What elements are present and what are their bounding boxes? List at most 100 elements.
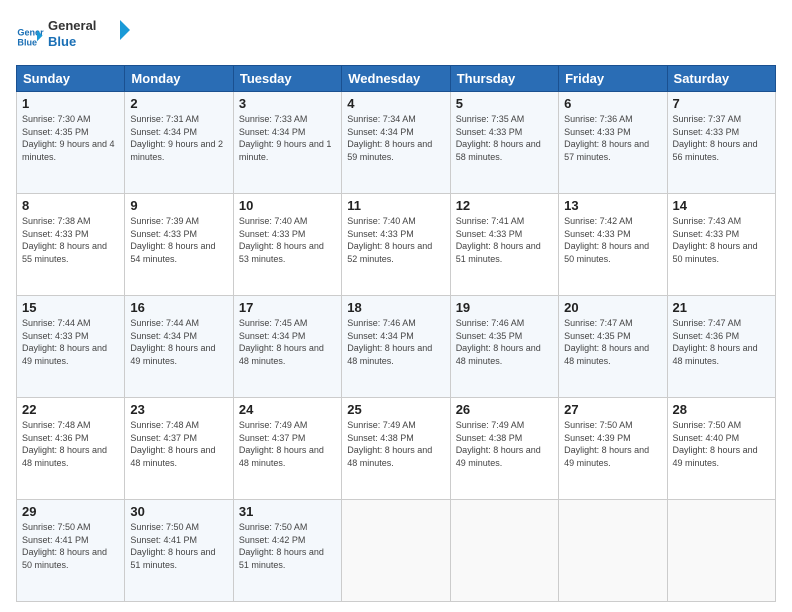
day-number: 16 [130,300,227,315]
day-info: Sunrise: 7:50 AMSunset: 4:39 PMDaylight:… [564,420,649,468]
day-cell-30: 30Sunrise: 7:50 AMSunset: 4:41 PMDayligh… [125,500,233,602]
day-number: 25 [347,402,444,417]
empty-cell [450,500,558,602]
day-info: Sunrise: 7:40 AMSunset: 4:33 PMDaylight:… [239,216,324,264]
day-number: 24 [239,402,336,417]
day-number: 20 [564,300,661,315]
header: General Blue General Blue [16,16,776,57]
day-cell-5: 5 Sunrise: 7:35 AMSunset: 4:33 PMDaylight… [450,92,558,194]
svg-text:General: General [48,18,96,33]
col-header-monday: Monday [125,66,233,92]
logo-text-block: General Blue [48,16,138,57]
day-cell-11: 11 Sunrise: 7:40 AMSunset: 4:33 PMDayligh… [342,194,450,296]
day-info: Sunrise: 7:48 AMSunset: 4:36 PMDaylight:… [22,420,107,468]
day-cell-25: 25 Sunrise: 7:49 AMSunset: 4:38 PMDayligh… [342,398,450,500]
day-number: 21 [673,300,770,315]
day-cell-4: 4 Sunrise: 7:34 AMSunset: 4:34 PMDaylight… [342,92,450,194]
day-info: Sunrise: 7:37 AMSunset: 4:33 PMDaylight:… [673,114,758,162]
day-info: Sunrise: 7:50 AMSunset: 4:41 PMDaylight:… [22,522,107,570]
day-info: Sunrise: 7:34 AMSunset: 4:34 PMDaylight:… [347,114,432,162]
day-cell-7: 7 Sunrise: 7:37 AMSunset: 4:33 PMDaylight… [667,92,775,194]
day-info: Sunrise: 7:35 AMSunset: 4:33 PMDaylight:… [456,114,541,162]
day-number: 31 [239,504,336,519]
col-header-wednesday: Wednesday [342,66,450,92]
day-cell-22: 22 Sunrise: 7:48 AMSunset: 4:36 PMDayligh… [17,398,125,500]
day-info: Sunrise: 7:50 AMSunset: 4:40 PMDaylight:… [673,420,758,468]
day-number: 27 [564,402,661,417]
day-cell-2: 2Sunrise: 7:31 AMSunset: 4:34 PMDaylight… [125,92,233,194]
day-info: Sunrise: 7:49 AMSunset: 4:38 PMDaylight:… [456,420,541,468]
day-info: Sunrise: 7:33 AMSunset: 4:34 PMDaylight:… [239,114,332,162]
day-cell-9: 9 Sunrise: 7:39 AMSunset: 4:33 PMDaylight… [125,194,233,296]
day-cell-1: 1 Sunrise: 7:30 AMSunset: 4:35 PMDaylight… [17,92,125,194]
week-row-4: 22 Sunrise: 7:48 AMSunset: 4:36 PMDayligh… [17,398,776,500]
day-number: 13 [564,198,661,213]
day-number: 11 [347,198,444,213]
day-number: 19 [456,300,553,315]
week-row-1: 1 Sunrise: 7:30 AMSunset: 4:35 PMDaylight… [17,92,776,194]
day-number: 1 [22,96,119,111]
logo: General Blue General Blue [16,16,138,57]
day-info: Sunrise: 7:44 AMSunset: 4:33 PMDaylight:… [22,318,107,366]
day-cell-18: 18Sunrise: 7:46 AMSunset: 4:34 PMDayligh… [342,296,450,398]
day-number: 10 [239,198,336,213]
day-cell-12: 12 Sunrise: 7:41 AMSunset: 4:33 PMDayligh… [450,194,558,296]
week-row-2: 8Sunrise: 7:38 AMSunset: 4:33 PMDaylight… [17,194,776,296]
day-cell-26: 26 Sunrise: 7:49 AMSunset: 4:38 PMDayligh… [450,398,558,500]
day-cell-31: 31Sunrise: 7:50 AMSunset: 4:42 PMDayligh… [233,500,341,602]
day-info: Sunrise: 7:40 AMSunset: 4:33 PMDaylight:… [347,216,432,264]
day-cell-15: 15 Sunrise: 7:44 AMSunset: 4:33 PMDayligh… [17,296,125,398]
day-number: 23 [130,402,227,417]
week-row-3: 15 Sunrise: 7:44 AMSunset: 4:33 PMDayligh… [17,296,776,398]
day-number: 3 [239,96,336,111]
day-number: 14 [673,198,770,213]
day-info: Sunrise: 7:49 AMSunset: 4:38 PMDaylight:… [347,420,432,468]
week-row-5: 29Sunrise: 7:50 AMSunset: 4:41 PMDayligh… [17,500,776,602]
day-cell-27: 27 Sunrise: 7:50 AMSunset: 4:39 PMDayligh… [559,398,667,500]
day-info: Sunrise: 7:31 AMSunset: 4:34 PMDaylight:… [130,114,223,162]
day-info: Sunrise: 7:30 AMSunset: 4:35 PMDaylight:… [22,114,115,162]
day-cell-6: 6 Sunrise: 7:36 AMSunset: 4:33 PMDaylight… [559,92,667,194]
header-row: SundayMondayTuesdayWednesdayThursdayFrid… [17,66,776,92]
day-number: 12 [456,198,553,213]
col-header-friday: Friday [559,66,667,92]
svg-text:Blue: Blue [48,34,76,49]
day-info: Sunrise: 7:41 AMSunset: 4:33 PMDaylight:… [456,216,541,264]
day-info: Sunrise: 7:50 AMSunset: 4:41 PMDaylight:… [130,522,215,570]
day-cell-16: 16Sunrise: 7:44 AMSunset: 4:34 PMDayligh… [125,296,233,398]
day-number: 28 [673,402,770,417]
day-info: Sunrise: 7:39 AMSunset: 4:33 PMDaylight:… [130,216,215,264]
day-info: Sunrise: 7:42 AMSunset: 4:33 PMDaylight:… [564,216,649,264]
day-info: Sunrise: 7:46 AMSunset: 4:34 PMDaylight:… [347,318,432,366]
calendar-page: General Blue General Blue SundayMondayTu… [0,0,792,612]
day-info: Sunrise: 7:47 AMSunset: 4:35 PMDaylight:… [564,318,649,366]
day-info: Sunrise: 7:48 AMSunset: 4:37 PMDaylight:… [130,420,215,468]
empty-cell [559,500,667,602]
day-number: 5 [456,96,553,111]
empty-cell [342,500,450,602]
day-cell-13: 13 Sunrise: 7:42 AMSunset: 4:33 PMDayligh… [559,194,667,296]
day-number: 15 [22,300,119,315]
day-cell-20: 20 Sunrise: 7:47 AMSunset: 4:35 PMDayligh… [559,296,667,398]
day-cell-24: 24 Sunrise: 7:49 AMSunset: 4:37 PMDayligh… [233,398,341,500]
day-number: 6 [564,96,661,111]
day-cell-29: 29Sunrise: 7:50 AMSunset: 4:41 PMDayligh… [17,500,125,602]
day-info: Sunrise: 7:45 AMSunset: 4:34 PMDaylight:… [239,318,324,366]
day-number: 4 [347,96,444,111]
day-number: 22 [22,402,119,417]
day-number: 26 [456,402,553,417]
day-info: Sunrise: 7:47 AMSunset: 4:36 PMDaylight:… [673,318,758,366]
day-cell-3: 3 Sunrise: 7:33 AMSunset: 4:34 PMDaylight… [233,92,341,194]
day-info: Sunrise: 7:36 AMSunset: 4:33 PMDaylight:… [564,114,649,162]
col-header-tuesday: Tuesday [233,66,341,92]
day-number: 9 [130,198,227,213]
empty-cell [667,500,775,602]
day-number: 7 [673,96,770,111]
col-header-saturday: Saturday [667,66,775,92]
day-info: Sunrise: 7:46 AMSunset: 4:35 PMDaylight:… [456,318,541,366]
day-cell-17: 17Sunrise: 7:45 AMSunset: 4:34 PMDayligh… [233,296,341,398]
svg-text:Blue: Blue [17,37,37,47]
day-cell-21: 21 Sunrise: 7:47 AMSunset: 4:36 PMDayligh… [667,296,775,398]
day-info: Sunrise: 7:49 AMSunset: 4:37 PMDaylight:… [239,420,324,468]
day-number: 8 [22,198,119,213]
